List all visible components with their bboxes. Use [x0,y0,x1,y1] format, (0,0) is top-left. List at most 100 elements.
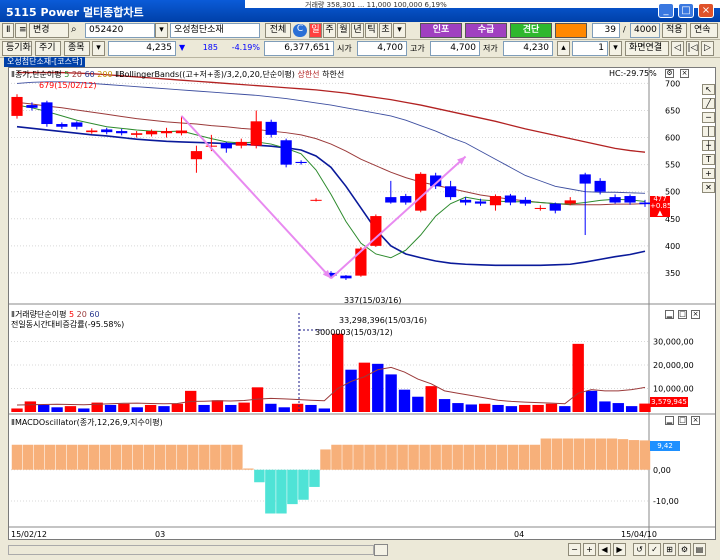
mode-year-button[interactable]: 년 [351,23,364,38]
macd-bar [221,444,232,470]
close-icon[interactable]: × [698,3,714,18]
stock-code-input[interactable]: 052420 [85,23,155,38]
tool-cursor-icon[interactable]: ↖ [702,84,715,95]
scroll-thumb[interactable] [374,544,388,556]
page-up-icon[interactable]: ▴ [557,41,570,56]
candle-body [175,130,188,134]
chart-tab[interactable]: 오성첨단소재-[코스닥] [4,57,86,67]
volume-bar [478,403,491,412]
macd-bar [617,439,629,470]
menu-icon[interactable]: Ⅱ [2,23,14,38]
apply-button[interactable]: 적용 [662,23,687,38]
tool-line-icon[interactable]: ╱ [702,98,715,109]
volume-bar [465,404,477,412]
panel-close-icon[interactable]: × [680,69,689,78]
volume-bar [358,362,371,412]
volume-panel-maximize-icon[interactable]: □ [678,310,687,319]
high-label: 고가 [410,44,425,53]
prev-icon[interactable]: |◁ [686,41,699,56]
macd-bar [232,444,243,470]
bb-legend: ⅡBollingerBands((고+저+종)/3,2,0,20,단순이평) [115,70,295,79]
mode-second-button[interactable]: 초 [379,23,392,38]
tool-vline-icon[interactable]: │ [702,126,715,137]
list-icon[interactable]: ≡ [15,23,27,38]
pin-icon[interactable]: ✓ [648,543,661,556]
minimize-icon[interactable]: _ [658,3,674,18]
chart-area[interactable]: 700 650 600 550 500 450 400 350 30,000,00 20,000… [8,67,716,540]
low-label: 저가 [483,44,498,53]
change-button[interactable]: 변경 [29,23,69,38]
zoom-in-icon[interactable]: + [583,543,596,556]
macd-bar [386,444,397,470]
item-dropdown-icon[interactable]: ▾ [92,41,105,56]
toolbar-main: Ⅱ ≡ 변경 ⌕ 052420 ▾ 오성첨단소재 전체 C 일 주 월 년 틱 … [0,22,720,40]
print-icon[interactable]: ▤ [693,543,706,556]
macd-bar [254,469,265,483]
candle-body [190,151,203,160]
search-icon[interactable]: ⌕ [71,24,83,37]
first-icon[interactable]: ◁ [671,41,684,56]
mode-day-button[interactable]: 일 [309,23,322,38]
settings-icon[interactable]: ⚙ [678,543,691,556]
high-field: 4,700 [430,41,480,56]
mode-month-button[interactable]: 월 [337,23,350,38]
volume-high-annotation: 33,298,396(15/03/16) [339,316,427,325]
sync-button[interactable]: 등기화 [2,41,32,56]
volume-tick-label: 30,000,00 [653,338,694,347]
scroll-track[interactable] [8,545,374,555]
scroll-right-icon[interactable]: ▶ [613,543,626,556]
tool-delete-icon[interactable]: ✕ [702,182,715,193]
volume-panel-close-icon[interactable]: × [691,310,700,319]
tool-cross-icon[interactable]: ┼ [702,140,715,151]
up-arrow-icon: ▲ [657,209,663,217]
tool-text-icon[interactable]: T [702,154,715,165]
candle-body [639,202,651,205]
extra-button[interactable] [555,23,587,38]
zoom-out-icon[interactable]: − [568,543,581,556]
macd-panel-maximize-icon[interactable]: □ [678,416,687,425]
scroll-left-icon[interactable]: ◀ [598,543,611,556]
hc-label: HC:-29.75% [609,69,657,78]
fit-icon[interactable]: ⊞ [663,543,676,556]
continuous-button[interactable]: 연속 [690,23,718,38]
mode-dropdown-icon[interactable]: ▾ [393,23,406,38]
candle-body [101,129,113,133]
low-annotation: 337(15/03/16) [344,296,402,305]
maximize-icon[interactable]: □ [678,3,694,18]
execute-button[interactable]: 견단 [510,23,552,38]
screen-link-button[interactable]: 화면연결 [625,41,669,56]
count-input[interactable]: 39 [592,23,620,38]
refresh-icon[interactable]: C [293,24,307,37]
period-button[interactable]: 주기 [35,41,61,56]
candle-body [220,142,232,149]
macd-bar [77,444,89,470]
volume-bar [438,399,451,412]
next-icon[interactable]: ▷ [701,41,714,56]
volume-bar [559,406,571,412]
current-volume-badge: 3,579,945 [650,397,688,407]
code-dropdown-icon[interactable]: ▾ [155,23,168,38]
macd-bar [529,444,541,470]
reset-icon[interactable]: ↺ [633,543,646,556]
info-button[interactable]: 인포 [420,23,462,38]
tool-hline-icon[interactable]: ─ [702,112,715,123]
mode-week-button[interactable]: 주 [323,23,336,38]
item-button[interactable]: 종목 [64,41,90,56]
supply-button[interactable]: 수급 [465,23,507,38]
mode-tick-button[interactable]: 틱 [365,23,378,38]
macd-panel-minimize-icon[interactable]: ▁ [665,416,674,425]
macd-bar [188,444,199,470]
macd-bar [121,444,133,470]
panel-settings-icon[interactable]: ⚙ [665,69,674,78]
stock-name-field: 오성첨단소재 [170,23,260,38]
scroll-bar[interactable]: − + ◀ ▶ ↺ ✓ ⊞ ⚙ ▤ [8,542,716,558]
macd-panel-close-icon[interactable]: × [691,416,700,425]
page-input[interactable]: 1 [572,41,608,56]
macd-bar [375,444,386,470]
volume-bar [211,400,224,412]
volume-bar [545,403,558,412]
all-button[interactable]: 전체 [265,23,291,38]
page-dropdown-icon[interactable]: ▾ [609,41,622,56]
tool-zoom-icon[interactable]: + [702,168,715,179]
volume-panel-minimize-icon[interactable]: ▁ [665,310,674,319]
